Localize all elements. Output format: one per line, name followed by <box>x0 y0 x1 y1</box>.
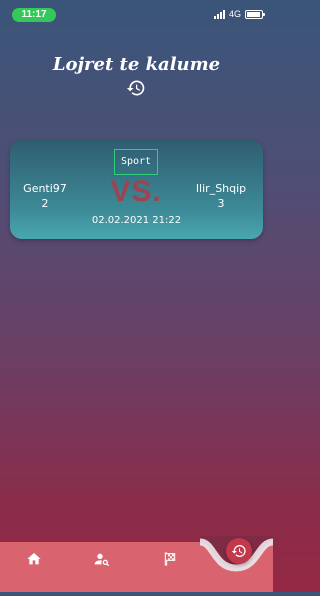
page-title: Lojret te kalume <box>52 54 221 75</box>
player-one: Genti97 2 <box>10 181 80 211</box>
history-icon[interactable] <box>126 78 146 98</box>
search-user-icon[interactable] <box>94 551 110 567</box>
status-bar: 11:17 4G <box>0 0 273 30</box>
battery-icon <box>245 9 265 19</box>
signal-icon <box>213 9 225 19</box>
flag-icon[interactable] <box>162 551 178 567</box>
player-one-name: Genti97 <box>23 182 67 195</box>
status-indicators: 4G <box>213 9 265 19</box>
history-icon <box>231 545 246 557</box>
player-one-score: 2 <box>41 197 49 210</box>
vs-label: VS. <box>110 175 162 208</box>
status-time: 11:17 <box>12 8 56 22</box>
match-date: 02.02.2021 21:22 <box>91 215 182 226</box>
player-two-name: Ilir_Shqip <box>195 182 247 195</box>
home-icon[interactable] <box>26 551 42 567</box>
player-two-score: 3 <box>217 197 225 210</box>
match-card[interactable]: Sport VS. Genti97 2 Ilir_Shqip 3 02.02.2… <box>10 140 263 239</box>
history-button[interactable] <box>226 538 252 564</box>
category-badge: Sport <box>114 149 158 175</box>
network-label: 4G <box>228 9 241 19</box>
player-two: Ilir_Shqip 3 <box>186 181 256 211</box>
